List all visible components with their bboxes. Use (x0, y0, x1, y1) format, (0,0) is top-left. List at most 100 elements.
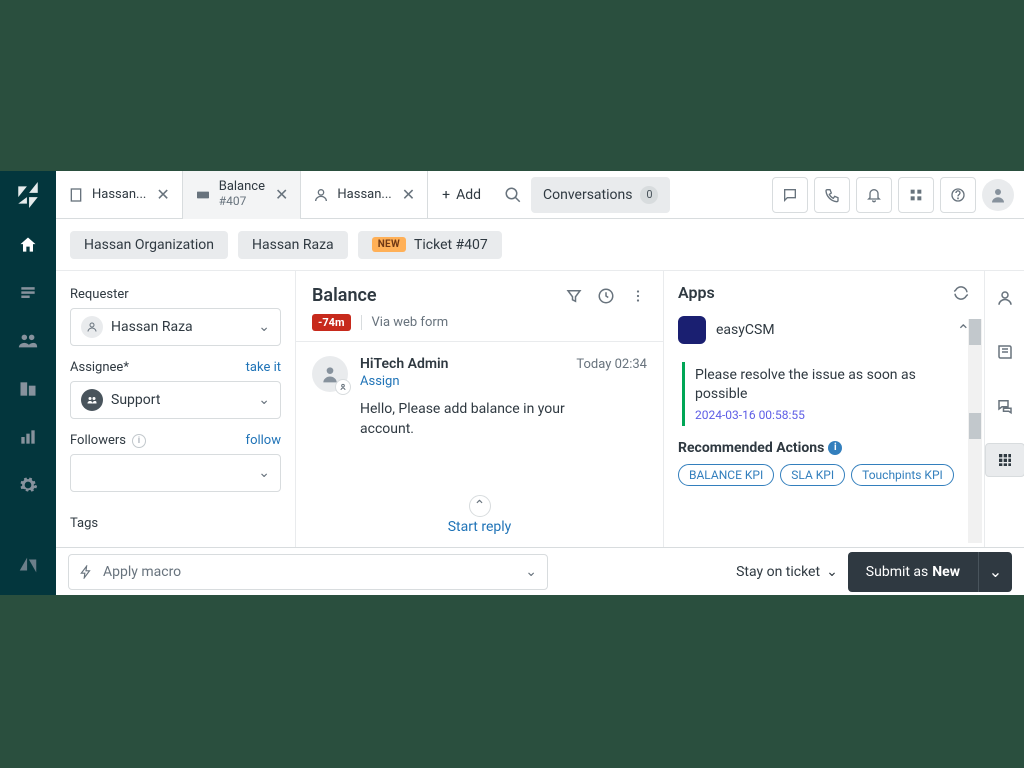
tags-label: Tags (70, 516, 281, 531)
nav-zendesk-icon[interactable] (0, 543, 56, 587)
nav-settings-icon[interactable] (0, 463, 56, 507)
more-button[interactable] (629, 287, 647, 305)
scrollbar-thumb[interactable] (969, 413, 981, 439)
plus-icon: + (442, 187, 450, 203)
rail-knowledge[interactable] (985, 335, 1024, 369)
requester-label: Requester (70, 287, 281, 302)
left-nav (0, 171, 56, 595)
chevron-up-icon: ⌃ (469, 495, 491, 517)
submit-dropdown[interactable]: ⌄ (978, 552, 1012, 592)
rec-action-chip[interactable]: SLA KPI (780, 464, 845, 486)
assignee-label: Assignee* (70, 360, 129, 375)
crumb-user[interactable]: Hassan Raza (238, 231, 348, 259)
rec-action-chip[interactable]: Touchpints KPI (851, 464, 954, 486)
rail-chat[interactable] (985, 389, 1024, 423)
requester-value: Hassan Raza (111, 319, 193, 335)
call-button[interactable] (814, 177, 850, 213)
submit-button[interactable]: Submit as New (848, 552, 978, 592)
ticket-icon (195, 187, 211, 203)
apply-macro-label: Apply macro (103, 564, 181, 580)
followers-label: Followers (70, 433, 126, 448)
apply-macro-select[interactable]: Apply macro ⌄ (68, 554, 548, 590)
book-icon (996, 343, 1014, 361)
profile-avatar[interactable] (982, 179, 1014, 211)
via-channel: Via web form (361, 315, 449, 330)
nav-reports-icon[interactable] (0, 415, 56, 459)
tab-ticket[interactable]: Balance #407 ✕ (183, 171, 302, 219)
scrollbar[interactable] (968, 319, 982, 543)
tab-org[interactable]: Hassan... ✕ (56, 171, 183, 219)
close-icon[interactable]: ✕ (273, 183, 290, 206)
requester-select[interactable]: Hassan Raza ⌄ (70, 308, 281, 346)
assignee-select[interactable]: Support ⌄ (70, 381, 281, 419)
start-reply-label: Start reply (448, 519, 512, 535)
assign-link[interactable]: Assign (360, 374, 647, 389)
add-tab-button[interactable]: + Add (428, 171, 495, 219)
conversations-count: 0 (640, 186, 658, 204)
tab-title: Balance (219, 180, 265, 195)
breadcrumb: Hassan Organization Hassan Raza NEW Tick… (56, 219, 1024, 271)
chevron-down-icon: ⌄ (258, 392, 270, 408)
apps-grid-button[interactable] (898, 177, 934, 213)
nav-views-icon[interactable] (0, 271, 56, 315)
submit-button-group: Submit as New ⌄ (848, 552, 1012, 592)
crumb-org[interactable]: Hassan Organization (70, 231, 228, 259)
scrollbar-thumb[interactable] (969, 319, 981, 345)
building-icon (68, 187, 84, 203)
recommended-actions: BALANCE KPI SLA KPI Touchpints KPI (678, 464, 970, 486)
app-name: easyCSM (716, 322, 775, 338)
chat-button[interactable] (772, 177, 808, 213)
app-shell: Hassan... ✕ Balance #407 ✕ Hassan... ✕ +… (0, 171, 1024, 595)
alert-timestamp: 2024-03-16 00:58:55 (695, 408, 966, 422)
conversation-panel: Balance -74m Via web form (296, 271, 664, 547)
ticket-footer: Apply macro ⌄ Stay on ticket ⌄ Submit as… (56, 547, 1024, 595)
start-reply-button[interactable]: ⌃ Start reply (296, 485, 663, 547)
recommended-actions-title: Recommended Actions (678, 440, 824, 456)
search-button[interactable] (495, 177, 531, 213)
rail-apps[interactable] (985, 443, 1024, 477)
assignee-value: Support (111, 392, 160, 408)
app-card-header[interactable]: easyCSM ⌃ (678, 316, 970, 344)
lightning-icon (79, 565, 93, 579)
chevron-down-icon: ⌄ (826, 564, 838, 580)
stay-on-ticket-select[interactable]: Stay on ticket ⌄ (736, 564, 838, 580)
take-it-link[interactable]: take it (246, 360, 281, 375)
group-icon (81, 389, 103, 411)
apps-title: Apps (678, 283, 715, 302)
grid-icon (997, 452, 1013, 468)
followers-select[interactable]: ⌄ (70, 454, 281, 492)
apps-panel: Apps easyCSM ⌃ Please resolve the issue … (664, 271, 984, 547)
top-right-tools (772, 177, 1024, 213)
events-button[interactable] (597, 287, 615, 305)
bell-icon (866, 187, 882, 203)
tab-user[interactable]: Hassan... ✕ (301, 171, 428, 219)
main-area: Hassan... ✕ Balance #407 ✕ Hassan... ✕ +… (56, 171, 1024, 595)
nav-orgs-icon[interactable] (0, 367, 56, 411)
close-icon[interactable]: ✕ (400, 183, 417, 206)
alert-text: Please resolve the issue as soon as poss… (695, 366, 966, 404)
message-author: HiTech Admin (360, 356, 449, 372)
info-icon[interactable]: i (828, 441, 842, 455)
rail-user[interactable] (985, 281, 1024, 315)
nav-home-icon[interactable] (0, 223, 56, 267)
crumb-ticket[interactable]: NEW Ticket #407 (358, 231, 502, 259)
conversation-header: Balance -74m Via web form (296, 271, 663, 342)
crumb-ticket-label: Ticket #407 (414, 237, 488, 253)
rec-action-chip[interactable]: BALANCE KPI (678, 464, 774, 486)
context-rail (984, 271, 1024, 547)
close-icon[interactable]: ✕ (154, 183, 171, 206)
app-logo-icon (678, 316, 706, 344)
phone-icon (824, 187, 840, 203)
status-badge-new: NEW (372, 237, 406, 252)
filter-button[interactable] (565, 287, 583, 305)
agent-badge-icon (335, 379, 351, 395)
search-icon (504, 186, 522, 204)
chevron-down-icon: ⌄ (258, 465, 270, 481)
nav-customers-icon[interactable] (0, 319, 56, 363)
conversations-button[interactable]: Conversations 0 (531, 177, 670, 213)
follow-link[interactable]: follow (246, 433, 281, 448)
notifications-button[interactable] (856, 177, 892, 213)
alert-card: Please resolve the issue as soon as poss… (682, 362, 966, 426)
refresh-button[interactable] (952, 284, 970, 302)
help-button[interactable] (940, 177, 976, 213)
